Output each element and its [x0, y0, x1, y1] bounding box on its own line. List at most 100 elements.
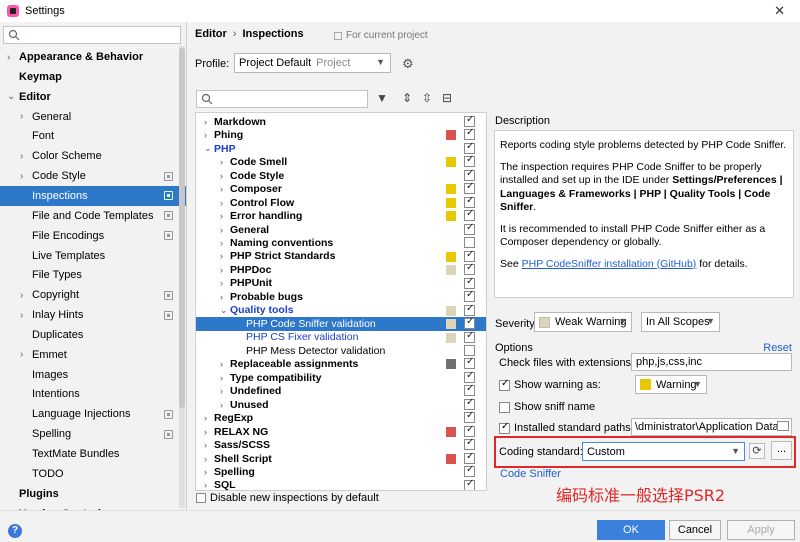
- expand-all-icon[interactable]: ⇕: [402, 91, 412, 105]
- sidebar-item-file-and-code-templates[interactable]: File and Code Templates: [0, 206, 186, 226]
- chevron-right-icon[interactable]: ›: [204, 480, 207, 490]
- warning-level-dropdown[interactable]: Warning ▼: [635, 375, 707, 394]
- show-warning-checkbox[interactable]: Show warning as:: [499, 378, 601, 391]
- sidebar-item-spelling[interactable]: Spelling: [0, 424, 186, 444]
- chevron-right-icon[interactable]: ›: [220, 386, 223, 396]
- inspection-row[interactable]: › Composer: [196, 181, 486, 196]
- filter-icon[interactable]: ▼: [376, 91, 388, 105]
- chevron-right-icon[interactable]: ›: [204, 440, 207, 450]
- inspection-row[interactable]: › RegExp: [196, 410, 486, 425]
- enable-checkbox[interactable]: [464, 289, 475, 303]
- chevron-right-icon[interactable]: ›: [204, 413, 207, 423]
- enable-checkbox[interactable]: [464, 464, 475, 478]
- sidebar-item-textmate-bundles[interactable]: TextMate Bundles: [0, 444, 186, 464]
- checkbox-box[interactable]: [196, 493, 206, 503]
- chevron-right-icon[interactable]: ›: [220, 265, 223, 275]
- sidebar-item-todo[interactable]: TODO: [0, 464, 186, 484]
- chevron-right-icon[interactable]: ›: [204, 454, 207, 464]
- extensions-input[interactable]: php,js,css,inc: [631, 353, 792, 371]
- checkbox-box[interactable]: [499, 378, 510, 391]
- enable-checkbox[interactable]: [464, 237, 475, 249]
- gear-icon[interactable]: ⚙: [402, 56, 414, 72]
- enable-checkbox[interactable]: [464, 127, 475, 141]
- chevron-right-icon[interactable]: ›: [20, 310, 30, 321]
- sidebar-item-inspections[interactable]: Inspections: [0, 185, 186, 206]
- sidebar-scrollbar[interactable]: [179, 46, 185, 508]
- inspection-row[interactable]: › Error handling: [196, 208, 486, 223]
- chevron-right-icon[interactable]: ›: [220, 359, 223, 369]
- show-sniff-name-checkbox[interactable]: Show sniff name: [499, 401, 595, 413]
- enable-checkbox[interactable]: [464, 276, 475, 289]
- scope-dropdown[interactable]: In All Scopes ▼: [641, 312, 720, 332]
- inspection-row[interactable]: › Sass/SCSS: [196, 437, 486, 452]
- ok-button[interactable]: OK: [597, 520, 665, 540]
- coding-standard-dropdown[interactable]: Custom ▼: [582, 442, 745, 461]
- enable-checkbox[interactable]: [464, 114, 475, 127]
- disable-new-inspections-checkbox[interactable]: Disable new inspections by default: [196, 492, 379, 504]
- chevron-right-icon[interactable]: ›: [204, 467, 207, 477]
- inspection-row[interactable]: › RELAX NG: [196, 424, 486, 439]
- chevron-right-icon[interactable]: ›: [220, 184, 223, 194]
- chevron-right-icon[interactable]: ›: [220, 278, 223, 288]
- inspection-row[interactable]: › Control Flow: [196, 195, 486, 210]
- chevron-right-icon[interactable]: ›: [220, 171, 223, 181]
- enable-checkbox[interactable]: [464, 222, 475, 235]
- close-icon[interactable]: ✕: [774, 3, 785, 19]
- sidebar-item-duplicates[interactable]: Duplicates: [0, 325, 186, 345]
- enable-checkbox[interactable]: [464, 356, 475, 370]
- refresh-icon[interactable]: ⟳: [749, 443, 765, 459]
- chevron-down-icon[interactable]: ⌄: [204, 143, 212, 154]
- inspection-row[interactable]: › Shell Script: [196, 451, 486, 466]
- chevron-right-icon[interactable]: ›: [7, 52, 17, 63]
- chevron-right-icon[interactable]: ›: [220, 400, 223, 410]
- reset-to-default-icon[interactable]: ⊟: [442, 91, 452, 105]
- folder-icon[interactable]: [777, 421, 789, 431]
- sidebar-item-inlay-hints[interactable]: › Inlay Hints: [0, 305, 186, 325]
- enable-checkbox[interactable]: [464, 208, 475, 222]
- enable-checkbox[interactable]: [464, 451, 475, 464]
- enable-checkbox[interactable]: [464, 370, 475, 383]
- chevron-right-icon[interactable]: ›: [20, 171, 30, 182]
- inspection-row[interactable]: › Unused: [196, 397, 486, 412]
- breadcrumb-editor[interactable]: Editor: [195, 28, 227, 40]
- checkbox-box[interactable]: [499, 421, 510, 434]
- sidebar-item-images[interactable]: Images: [0, 365, 186, 385]
- installed-paths-input[interactable]: \dministrator\Application Data: [631, 418, 792, 436]
- inspection-row[interactable]: › PHP Strict Standards: [196, 249, 486, 264]
- enable-checkbox[interactable]: [464, 303, 475, 316]
- chevron-right-icon[interactable]: ›: [20, 151, 30, 162]
- sidebar-item-file-encodings[interactable]: File Encodings: [0, 226, 186, 246]
- enable-checkbox[interactable]: [464, 141, 475, 154]
- profile-dropdown[interactable]: Project Default Project ▼: [234, 53, 391, 73]
- enable-checkbox[interactable]: [464, 181, 475, 195]
- inspection-row[interactable]: › Probable bugs: [196, 289, 486, 304]
- chevron-right-icon[interactable]: ›: [20, 290, 30, 301]
- enable-checkbox[interactable]: [464, 195, 475, 208]
- inspection-row[interactable]: › PHPUnit: [196, 276, 486, 291]
- chevron-right-icon[interactable]: ›: [220, 251, 223, 261]
- sidebar-item-file-types[interactable]: File Types: [0, 265, 186, 285]
- inspection-row[interactable]: › Phing: [196, 127, 486, 142]
- sidebar-item-live-templates[interactable]: Live Templates: [0, 246, 186, 266]
- sidebar-item-plugins[interactable]: Plugins: [0, 484, 186, 504]
- inspection-row[interactable]: › SQL: [196, 478, 486, 490]
- sidebar-item-font[interactable]: Font: [0, 126, 186, 146]
- chevron-right-icon[interactable]: ›: [220, 211, 223, 221]
- sidebar-item-appearance-behavior[interactable]: › Appearance & Behavior: [0, 47, 186, 67]
- code-sniffer-link[interactable]: Code Sniffer: [500, 468, 561, 480]
- enable-checkbox[interactable]: [464, 249, 475, 262]
- chevron-right-icon[interactable]: ›: [204, 117, 207, 127]
- enable-checkbox[interactable]: [464, 262, 475, 276]
- chevron-right-icon[interactable]: ›: [20, 111, 30, 122]
- inspection-row[interactable]: › Code Smell: [196, 154, 486, 169]
- sidebar-item-code-style[interactable]: › Code Style: [0, 166, 186, 186]
- inspection-row[interactable]: ⌄ PHP: [196, 141, 486, 156]
- enable-checkbox[interactable]: [464, 478, 475, 490]
- chevron-right-icon[interactable]: ›: [20, 349, 30, 360]
- enable-checkbox[interactable]: [464, 330, 475, 343]
- checkbox-box[interactable]: [499, 401, 510, 413]
- help-icon[interactable]: ?: [8, 524, 22, 538]
- enable-checkbox[interactable]: [464, 154, 475, 168]
- chevron-right-icon[interactable]: ›: [220, 373, 223, 383]
- sidebar-item-general[interactable]: › General: [0, 107, 186, 127]
